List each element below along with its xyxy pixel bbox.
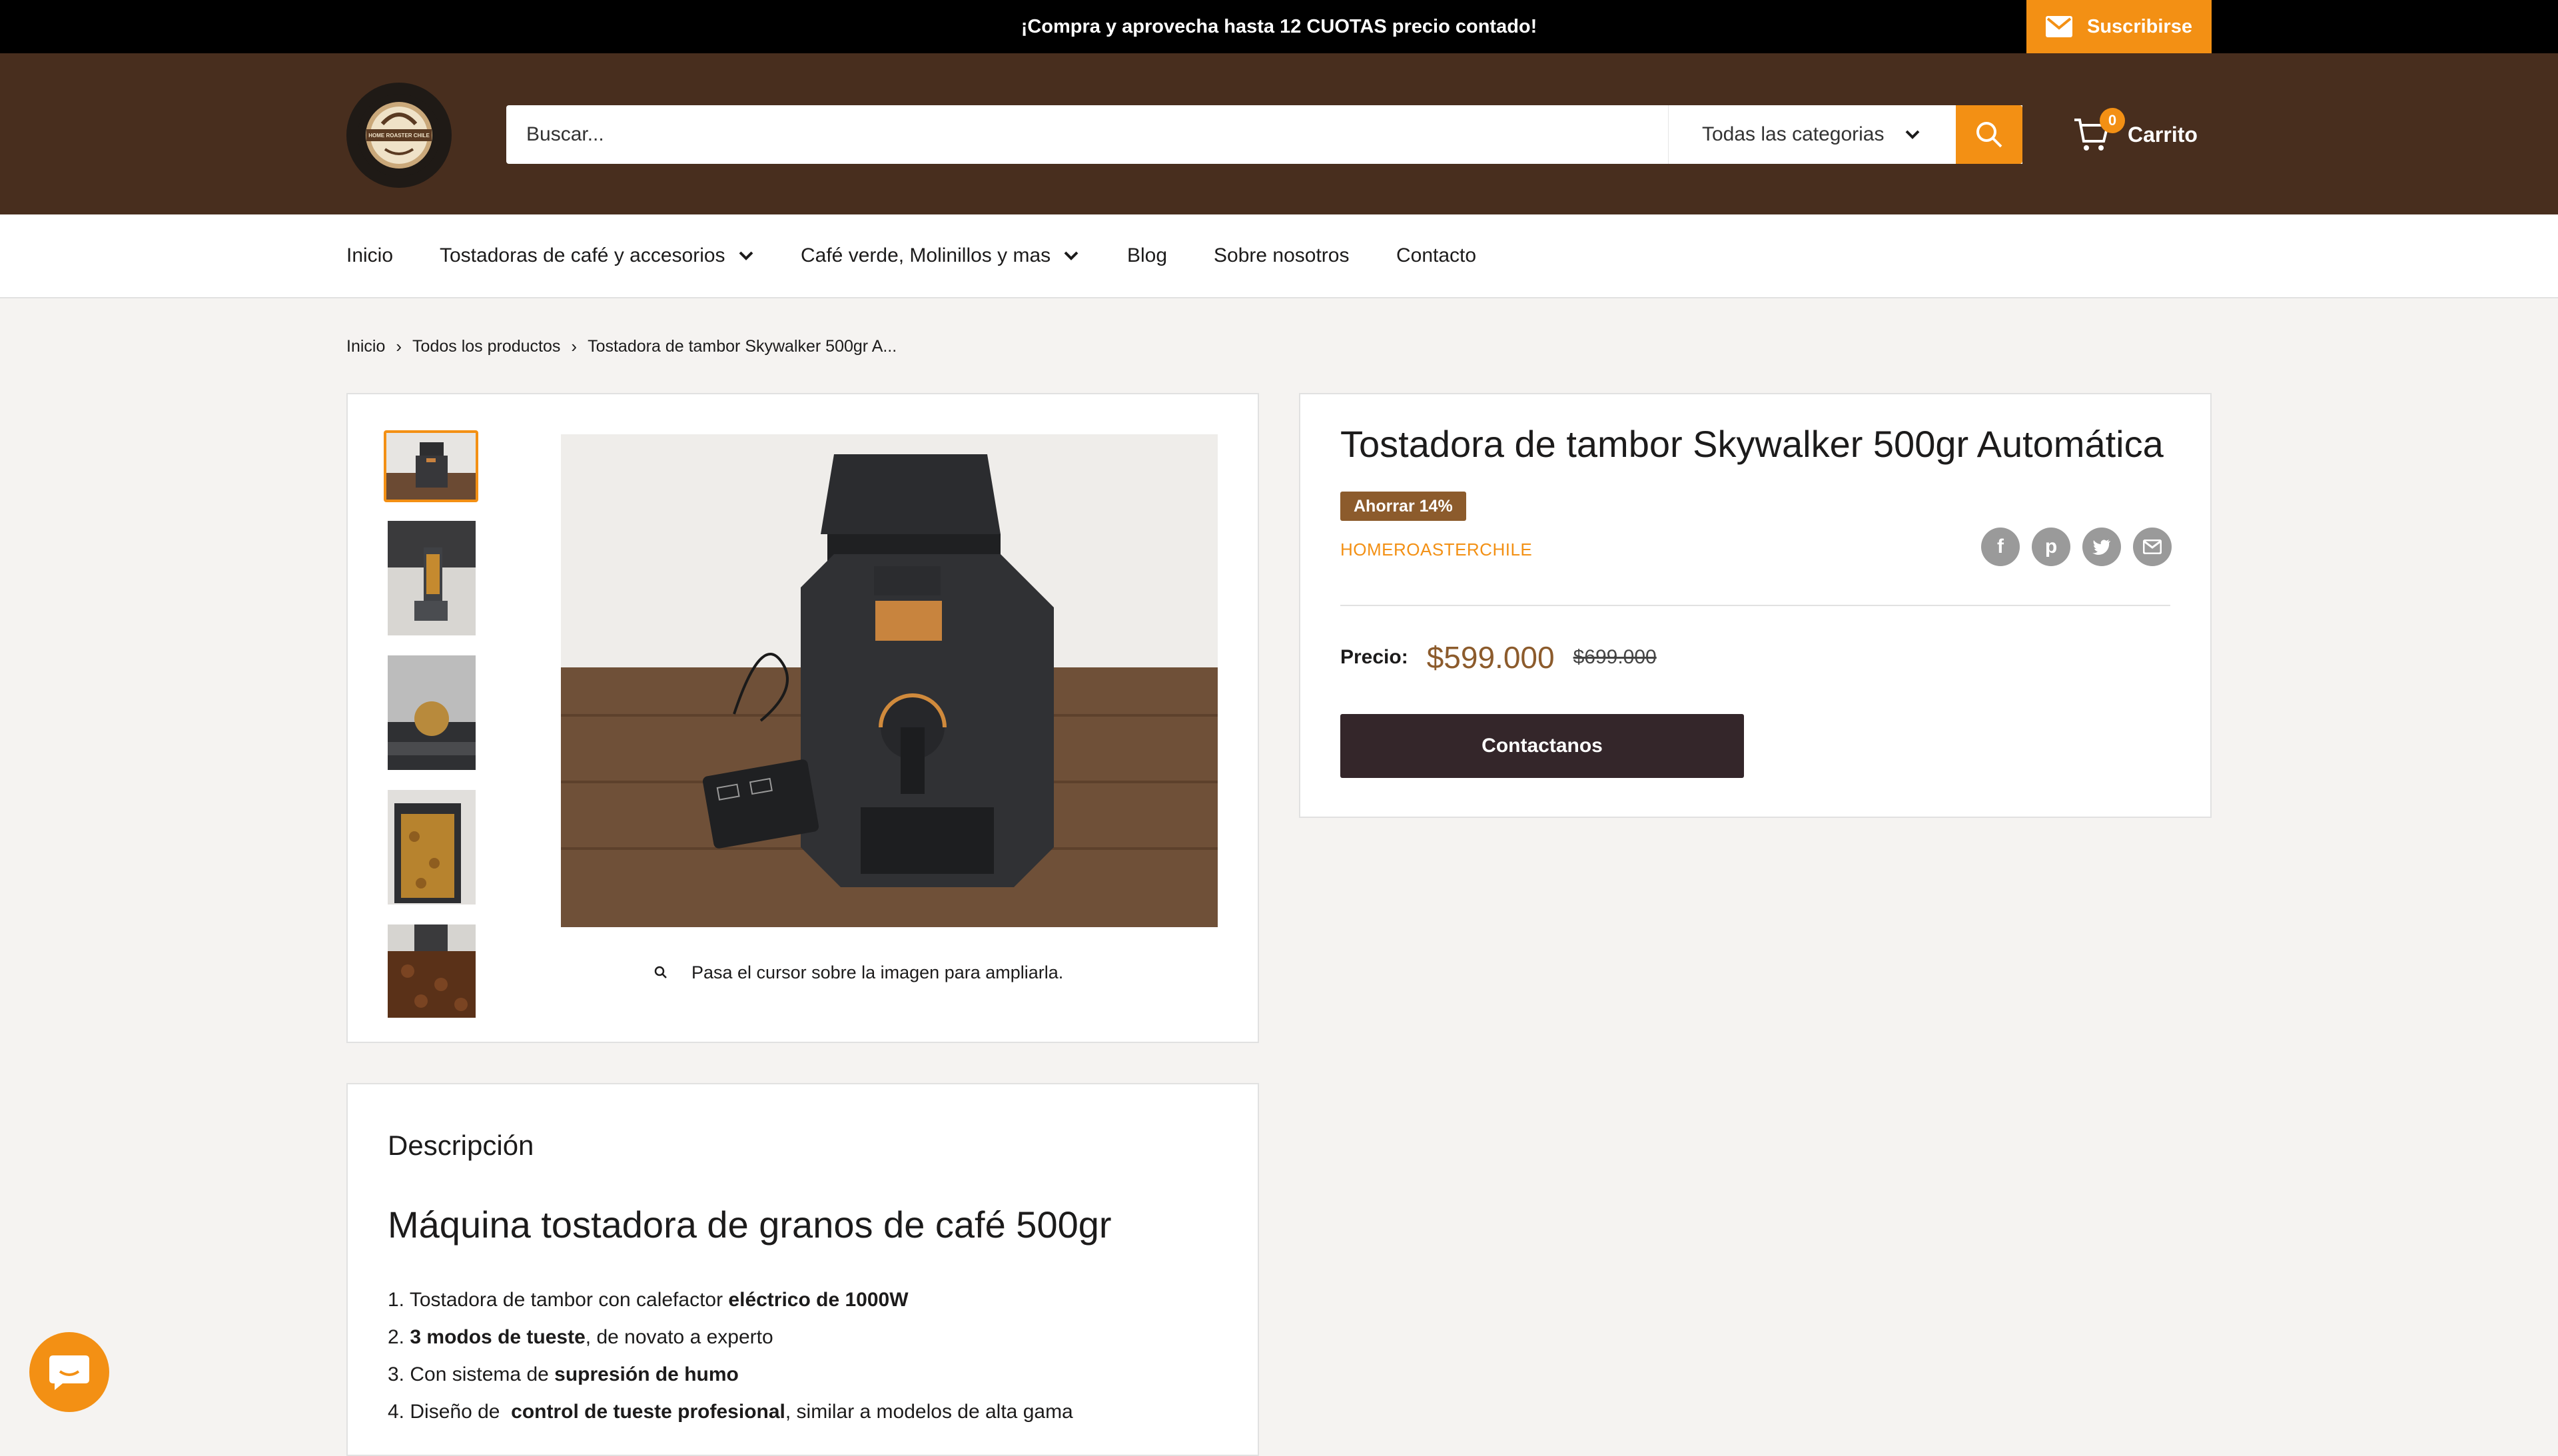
email-icon[interactable] [2133,528,2172,566]
facebook-icon[interactable]: f [1981,528,2020,566]
breadcrumb-link[interactable]: Inicio [346,337,385,356]
thumbnail-image [388,790,476,905]
product-photo [561,434,1218,927]
breadcrumb-link[interactable]: Todos los productos [412,337,560,356]
description-list: 1. Tostadora de tambor con calefactor el… [388,1281,1073,1431]
chevron-down-icon [1905,130,1919,139]
nav-label: Inicio [346,244,394,266]
nav-label: Blog [1127,244,1168,266]
price-current: $599.000 [1426,640,1555,675]
subscribe-button[interactable]: Suscribirse [2026,0,2212,53]
product-title: Tostadora de tambor Skywalker 500gr Auto… [1340,423,2164,465]
chat-button[interactable] [29,1332,109,1412]
category-label: Todas las categorias [1702,123,1885,145]
product-info: Tostadora de tambor Skywalker 500gr Auto… [1299,393,2212,818]
nav-item-inicio[interactable]: Inicio [346,214,393,297]
nav-label: Sobre nosotros [1214,244,1350,266]
nav-label: Contacto [1396,244,1477,266]
cart-label: Carrito [2128,122,2198,147]
logo-text: HOME ROASTER CHILE [368,133,430,139]
gallery-thumbnail[interactable] [384,430,478,502]
breadcrumb: Inicio › Todos los productos › Tostadora… [346,333,897,360]
thumbnail-image [388,655,476,770]
nav-item-sobre-nosotros[interactable]: Sobre nosotros [1214,214,1349,297]
search-bar: Todas las categorias [506,105,2022,164]
list-item: 1. Tostadora de tambor con calefactor el… [388,1289,909,1311]
chevron-right-icon: › [396,336,402,356]
twitter-icon[interactable] [2082,528,2121,566]
cart-icon-wrap: 0 [2073,108,2125,153]
cart-link[interactable]: 0 Carrito [2073,108,2213,159]
pinterest-icon[interactable]: p [2032,528,2070,566]
description-title: Descripción [388,1130,534,1161]
price-row: Precio: $599.000 $699.000 [1340,634,1657,681]
main-nav: Inicio Tostadoras de café y accesorios C… [0,214,2558,298]
logo[interactable]: HOME ROASTER CHILE [346,83,452,188]
share-icons: f p [1981,528,2172,566]
gallery-thumbnail[interactable] [388,790,476,905]
chevron-down-icon [1064,251,1078,260]
nav-label: Tostadoras de café y accesorios [440,244,725,266]
zoom-hint-text: Pasa el cursor sobre la imagen para ampl… [691,962,1064,982]
category-select[interactable]: Todas las categorias [1668,105,1956,164]
nav-item-blog[interactable]: Blog [1127,214,1167,297]
save-badge: Ahorrar 14% [1340,492,1466,521]
gallery-thumbnail[interactable] [388,521,476,635]
thumbnail-image [386,433,476,500]
zoom-icon [654,966,667,978]
chat-icon [49,1355,89,1390]
list-item: 2. 3 modos de tueste, de novato a expert… [388,1326,773,1348]
cart-count-badge: 0 [2100,108,2125,133]
price-old: $699.000 [1573,646,1657,668]
product-gallery: Pasa el cursor sobre la imagen para ampl… [346,393,1259,1043]
subscribe-label: Suscribirse [2087,15,2192,37]
vendor-link[interactable]: HOMEROASTERCHILE [1340,540,1532,560]
chevron-right-icon: › [571,336,578,356]
nav-item-cafe-verde[interactable]: Café verde, Molinillos y mas [801,214,1078,297]
gallery-thumbnail[interactable] [388,655,476,770]
list-item: 4. Diseño de control de tueste profesion… [388,1401,1073,1423]
mail-icon [2046,16,2072,37]
zoom-hint: Pasa el cursor sobre la imagen para ampl… [348,959,1258,986]
announcement-bar: ¡Compra y aprovecha hasta 12 CUOTAS prec… [0,0,2558,53]
list-item: 3. Con sistema de supresión de humo [388,1363,739,1385]
product-main-image[interactable] [561,434,1218,927]
description-heading: Máquina tostadora de granos de café 500g… [388,1204,1112,1246]
nav-label: Café verde, Molinillos y mas [801,244,1051,266]
chevron-down-icon [739,251,753,260]
contact-button[interactable]: Contactanos [1340,714,1744,778]
thumbnail-image [388,521,476,635]
divider [1340,605,2170,606]
nav-item-contacto[interactable]: Contacto [1396,214,1476,297]
description-card: Descripción Máquina tostadora de granos … [346,1083,1259,1456]
breadcrumb-current: Tostadora de tambor Skywalker 500gr A... [588,336,897,356]
price-label: Precio: [1340,646,1408,668]
nav-item-tostadoras[interactable]: Tostadoras de café y accesorios [440,214,753,297]
search-input[interactable] [506,105,1667,164]
logo-image: HOME ROASTER CHILE [358,94,440,177]
site-header: HOME ROASTER CHILE Todas las categorias [0,53,2558,214]
search-button[interactable] [1956,105,2022,164]
search-icon [1976,122,2002,148]
